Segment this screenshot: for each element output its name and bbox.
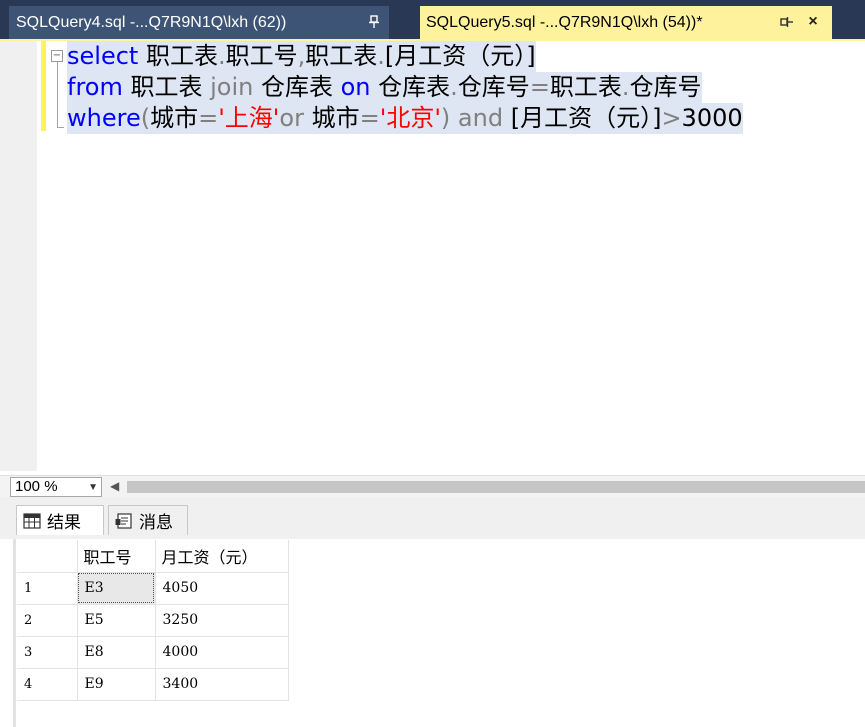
- code-token: 仓库表: [253, 73, 341, 101]
- code-token: 仓库号: [629, 73, 702, 101]
- grid-icon: [23, 512, 41, 529]
- code-token: 职工表: [138, 42, 218, 70]
- fold-guide-end: [57, 127, 64, 128]
- code-token: 仓库号: [457, 73, 530, 101]
- selected-text[interactable]: select 职工表.职工号,职工表.[月工资（元）]: [67, 41, 536, 72]
- code-token: [月工资（元）]: [384, 42, 536, 70]
- zoom-dropdown[interactable]: 100 % ▼: [10, 477, 102, 497]
- code-token: from: [67, 73, 123, 101]
- code-token: where: [67, 104, 141, 132]
- code-line[interactable]: select 职工表.职工号,职工表.[月工资（元）]: [67, 41, 743, 72]
- close-icon[interactable]: ×: [804, 13, 822, 31]
- selected-text[interactable]: where(城市='上海'or 城市='北京') and [月工资（元）]>30…: [67, 103, 743, 134]
- code-token: .: [217, 42, 226, 70]
- row-number[interactable]: 1: [17, 572, 78, 605]
- query-editor[interactable]: − select 职工表.职工号,职工表.[月工资（元）] from 职工表 jo…: [0, 41, 865, 475]
- column-header[interactable]: 职工号: [77, 540, 156, 573]
- code-token: =: [198, 104, 219, 132]
- table-row[interactable]: 2 E5 3250: [17, 604, 289, 637]
- code-token: 职工表: [305, 42, 378, 70]
- code-token: 城市: [150, 104, 199, 132]
- grid-cell[interactable]: E5: [77, 604, 156, 637]
- horizontal-scrollbar-thumb[interactable]: [127, 481, 865, 493]
- code-token: =: [529, 73, 550, 101]
- chevron-down-icon[interactable]: ▼: [88, 479, 98, 497]
- code-token: select: [67, 42, 139, 70]
- table-row[interactable]: 4 E9 3400: [17, 668, 289, 701]
- collapse-icon[interactable]: −: [51, 50, 63, 62]
- code-token: and: [457, 104, 504, 132]
- code-token: [月工资（元）]: [503, 104, 662, 132]
- pin-icon[interactable]: [365, 13, 383, 31]
- tab-messages-label: 消息: [139, 513, 173, 533]
- code-line[interactable]: where(城市='上海'or 城市='北京') and [月工资（元）]>30…: [67, 103, 743, 134]
- code-token: 职工号: [225, 42, 298, 70]
- grid-left-border: [13, 539, 16, 727]
- code-token: .: [377, 42, 385, 70]
- code-token: =: [359, 104, 380, 132]
- editor-gutter: [0, 41, 37, 471]
- scroll-left-icon[interactable]: ◀: [110, 479, 119, 493]
- code-token: .: [621, 73, 630, 101]
- code-token: 3000: [681, 104, 743, 132]
- grid-cell[interactable]: E8: [77, 636, 156, 669]
- code-token: '北京': [379, 104, 441, 132]
- grid-cell[interactable]: 4000: [155, 636, 289, 669]
- table-row[interactable]: 3 E8 4000: [17, 636, 289, 669]
- code-token: or: [279, 104, 304, 132]
- results-grid: 职工号 月工资（元） 1 E3 4050 2 E5 3250 3 E8 4000…: [17, 540, 289, 701]
- grid-header-row: 职工号 月工资（元）: [17, 540, 289, 573]
- column-header[interactable]: 月工资（元）: [155, 540, 289, 573]
- code-token: join: [210, 73, 254, 101]
- row-number[interactable]: 2: [17, 604, 78, 637]
- code-token: (: [140, 104, 151, 132]
- fold-guide-line: [57, 62, 58, 128]
- code-line[interactable]: from 职工表 join 仓库表 on 仓库表.仓库号=职工表.仓库号: [67, 72, 743, 103]
- code-token: 职工表: [549, 73, 622, 101]
- code-token: 职工表: [122, 73, 211, 101]
- grid-cell[interactable]: 3250: [155, 604, 289, 637]
- grid-cell[interactable]: E3: [77, 572, 156, 605]
- results-grid-area: 职工号 月工资（元） 1 E3 4050 2 E5 3250 3 E8 4000…: [0, 539, 865, 727]
- tab-sqlquery5[interactable]: SQLQuery5.sql -...Q7R9N1Q\lxh (54))* ×: [420, 6, 832, 39]
- tab-messages[interactable]: 消息: [108, 505, 188, 535]
- code-token: on: [340, 73, 371, 101]
- selected-text[interactable]: from 职工表 join 仓库表 on 仓库表.仓库号=职工表.仓库号: [67, 72, 702, 103]
- code-token: 仓库表: [370, 73, 451, 101]
- code-token: ,: [297, 42, 306, 70]
- message-icon: [115, 512, 133, 529]
- tab-results[interactable]: 结果: [16, 505, 104, 535]
- code-token: >: [661, 104, 682, 132]
- change-indicator-bar: [41, 41, 46, 131]
- grid-cell[interactable]: 4050: [155, 572, 289, 605]
- pin-icon[interactable]: [778, 13, 796, 31]
- grid-cell[interactable]: 3400: [155, 668, 289, 701]
- row-number[interactable]: 3: [17, 636, 78, 669]
- zoom-value: 100 %: [15, 478, 58, 495]
- editor-zoom-bar: 100 % ▼ ◀: [0, 475, 865, 497]
- row-number-header[interactable]: [17, 540, 78, 573]
- tab-title: SQLQuery5.sql -...Q7R9N1Q\lxh (54))*: [426, 13, 703, 31]
- grid-cell[interactable]: E9: [77, 668, 156, 701]
- code-text[interactable]: select 职工表.职工号,职工表.[月工资（元）] from 职工表 join…: [67, 41, 743, 134]
- document-tab-strip: SQLQuery4.sql -...Q7R9N1Q\lxh (62)) SQLQ…: [0, 0, 865, 41]
- results-tab-strip: 结果 消息: [0, 497, 865, 539]
- tab-sqlquery4[interactable]: SQLQuery4.sql -...Q7R9N1Q\lxh (62)): [9, 6, 389, 39]
- code-token: .: [450, 73, 458, 101]
- table-row[interactable]: 1 E3 4050: [17, 572, 289, 605]
- tab-results-label: 结果: [47, 513, 81, 533]
- code-token: ): [440, 104, 458, 132]
- tab-title: SQLQuery4.sql -...Q7R9N1Q\lxh (62)): [16, 13, 287, 31]
- row-number[interactable]: 4: [17, 668, 78, 701]
- code-token: '上海': [218, 104, 280, 132]
- code-token: 城市: [303, 104, 360, 132]
